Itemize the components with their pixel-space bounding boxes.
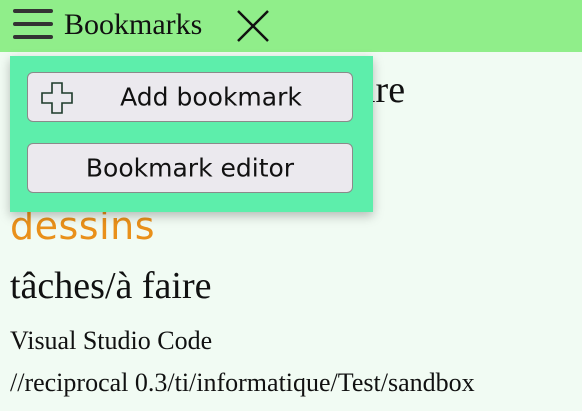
bookmark-editor-label: Bookmark editor — [85, 153, 295, 183]
bookmark-item-taches[interactable]: tâches/à faire — [10, 264, 211, 308]
bookmark-editor-button[interactable]: Bookmark editor — [27, 143, 353, 193]
add-bookmark-label: Add bookmark — [120, 82, 302, 112]
bookmark-dropdown-menu: Add bookmark Bookmark editor — [10, 56, 373, 212]
page-title: Bookmarks — [64, 8, 203, 41]
top-bar: Bookmarks — [0, 0, 582, 52]
hamburger-menu-icon[interactable] — [13, 9, 53, 39]
close-icon[interactable] — [236, 9, 270, 43]
bookmark-item-path[interactable]: //reciprocal 0.3/ti/informatique/Test/sa… — [10, 368, 475, 398]
bookmark-item-vscode[interactable]: Visual Studio Code — [10, 326, 212, 356]
plus-icon — [40, 81, 74, 115]
add-bookmark-button[interactable]: Add bookmark — [27, 72, 353, 122]
